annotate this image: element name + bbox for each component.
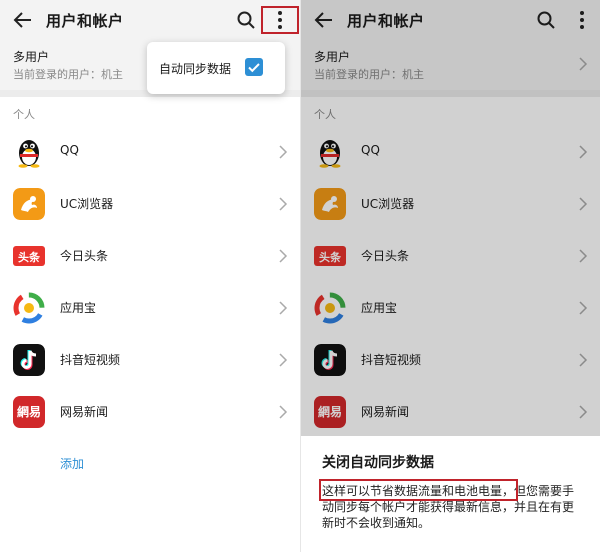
dialog-title: 关闭自动同步数据 xyxy=(322,455,434,471)
account-row-yingyongbao[interactable]: 应用宝 xyxy=(0,282,300,334)
back-arrow-icon[interactable] xyxy=(12,9,34,31)
checkmark-icon xyxy=(248,63,260,73)
disable-sync-dialog: 关闭自动同步数据 这样可以节省数据流量和电池电量，但您需要手动同步每个帐户才能获… xyxy=(301,436,600,552)
highlight-box-more xyxy=(261,6,299,34)
chevron-right-icon xyxy=(279,197,288,211)
page-title: 用户和帐户 xyxy=(46,12,124,30)
overflow-menu-popup: 自动同步数据 xyxy=(147,42,285,94)
chevron-right-icon xyxy=(279,249,288,263)
netease-news-icon: 網易 xyxy=(13,396,45,428)
account-row-qq[interactable]: QQ xyxy=(0,126,300,178)
account-row-toutiao[interactable]: 头条 今日头条 xyxy=(0,230,300,282)
account-label: 网易新闻 xyxy=(60,405,109,419)
account-label: 应用宝 xyxy=(60,301,97,315)
account-row-netease[interactable]: 網易 网易新闻 xyxy=(0,386,300,438)
yingyongbao-icon xyxy=(13,292,45,324)
toutiao-icon: 头条 xyxy=(13,246,45,266)
account-label: 今日头条 xyxy=(60,249,109,263)
chevron-right-icon xyxy=(279,145,288,159)
uc-browser-icon xyxy=(13,188,45,220)
chevron-right-icon xyxy=(279,301,288,315)
svg-text:头条: 头条 xyxy=(18,250,41,264)
chevron-right-icon xyxy=(279,405,288,419)
svg-text:網易: 網易 xyxy=(17,404,41,419)
auto-sync-checkbox[interactable] xyxy=(245,58,263,76)
account-label: UC浏览器 xyxy=(60,197,114,211)
multi-user-title: 多用户 xyxy=(13,50,50,64)
auto-sync-label[interactable]: 自动同步数据 xyxy=(159,60,231,77)
search-icon[interactable] xyxy=(236,10,256,30)
highlight-box-message xyxy=(319,479,518,501)
multi-user-subtitle: 当前登录的用户：机主 xyxy=(13,68,123,81)
account-label: QQ xyxy=(60,143,79,157)
left-screen: 用户和帐户 多用户 当前登录的用户：机主 个人 QQ UC浏览器 头条 今日头条… xyxy=(0,0,300,552)
app-bar: 用户和帐户 xyxy=(0,0,300,40)
account-label: 抖音短视频 xyxy=(60,353,121,367)
add-account-link[interactable]: 添加 xyxy=(60,455,84,472)
section-label: 个人 xyxy=(13,108,35,121)
account-row-uc[interactable]: UC浏览器 xyxy=(0,178,300,230)
douyin-icon xyxy=(13,344,45,376)
right-screen: 用户和帐户 多用户 当前登录的用户：机主 个人 QQ UC浏览器 头条 今日头条… xyxy=(301,0,600,552)
chevron-right-icon xyxy=(279,353,288,367)
dim-overlay[interactable] xyxy=(301,0,600,436)
account-row-douyin[interactable]: 抖音短视频 xyxy=(0,334,300,386)
qq-penguin-icon xyxy=(18,140,40,168)
